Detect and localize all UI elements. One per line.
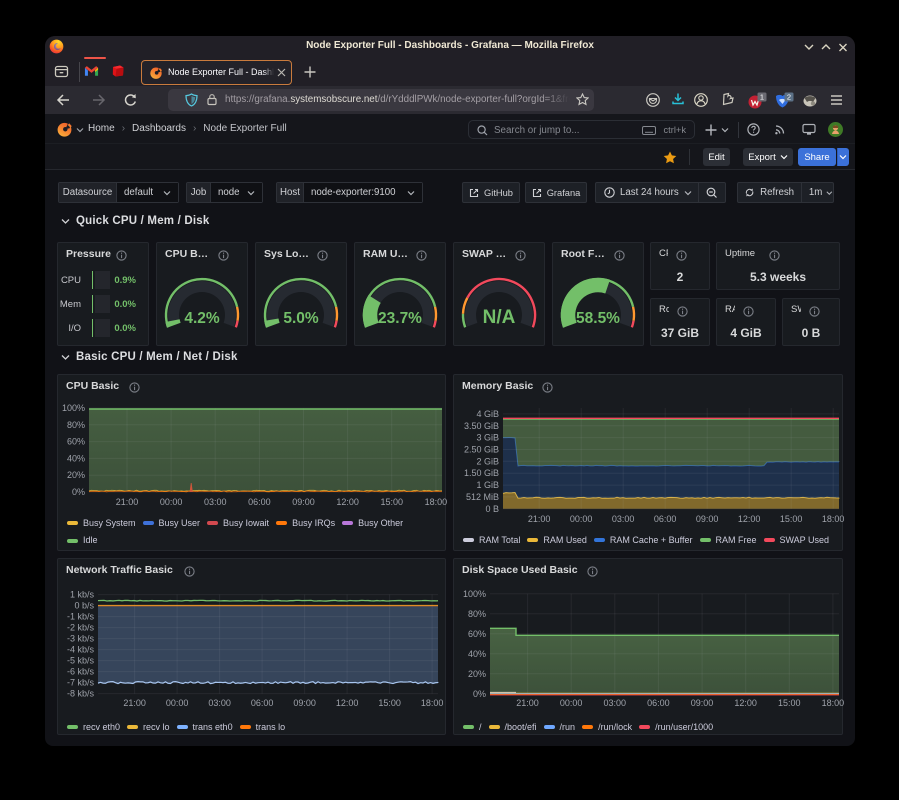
svg-text:12:00: 12:00 <box>734 698 757 708</box>
svg-text:1 kb/s: 1 kb/s <box>70 590 95 600</box>
svg-text:03:00: 03:00 <box>204 497 227 507</box>
svg-text:3 GiB: 3 GiB <box>476 433 499 443</box>
svg-text:2: 2 <box>787 93 791 102</box>
svg-text:12:00: 12:00 <box>336 698 359 708</box>
svg-text:21:00: 21:00 <box>516 698 539 708</box>
svg-text:2.50 GiB: 2.50 GiB <box>464 444 499 454</box>
svg-text:21:00: 21:00 <box>123 698 146 708</box>
svg-text:58.5%: 58.5% <box>576 310 620 327</box>
svg-text:40%: 40% <box>468 649 486 659</box>
svg-text:80%: 80% <box>468 609 486 619</box>
svg-text:0 b/s: 0 b/s <box>74 601 94 611</box>
svg-text:15:00: 15:00 <box>780 514 803 524</box>
svg-text:-4 kb/s: -4 kb/s <box>67 645 95 655</box>
svg-text:09:00: 09:00 <box>696 514 719 524</box>
svg-text:1 GiB: 1 GiB <box>476 480 499 490</box>
svg-text:15:00: 15:00 <box>380 497 403 507</box>
svg-text:09:00: 09:00 <box>691 698 714 708</box>
svg-text:40%: 40% <box>67 453 85 463</box>
svg-text:5.0%: 5.0% <box>283 310 319 327</box>
svg-text:0%: 0% <box>473 689 486 699</box>
svg-text:09:00: 09:00 <box>293 698 316 708</box>
svg-text:20%: 20% <box>468 669 486 679</box>
svg-text:1.50 GiB: 1.50 GiB <box>464 468 499 478</box>
svg-text:80%: 80% <box>67 420 85 430</box>
svg-text:15:00: 15:00 <box>778 698 801 708</box>
svg-text:20%: 20% <box>67 470 85 480</box>
svg-text:21:00: 21:00 <box>116 497 139 507</box>
svg-text:00:00: 00:00 <box>570 514 593 524</box>
svg-text:3.50 GiB: 3.50 GiB <box>464 421 499 431</box>
svg-text:03:00: 03:00 <box>208 698 231 708</box>
svg-text:03:00: 03:00 <box>604 698 627 708</box>
svg-text:00:00: 00:00 <box>160 497 183 507</box>
svg-text:18:00: 18:00 <box>425 497 447 507</box>
svg-text:15:00: 15:00 <box>378 698 401 708</box>
svg-text:18:00: 18:00 <box>421 698 444 708</box>
svg-text:4 GiB: 4 GiB <box>476 409 499 419</box>
svg-text:N/A: N/A <box>483 307 516 328</box>
svg-text:-1 kb/s: -1 kb/s <box>67 612 95 622</box>
svg-text:0%: 0% <box>72 487 85 497</box>
svg-text:2 GiB: 2 GiB <box>476 456 499 466</box>
svg-text:60%: 60% <box>67 437 85 447</box>
svg-text:06:00: 06:00 <box>654 514 677 524</box>
svg-text:512 MiB: 512 MiB <box>466 492 499 502</box>
svg-text:-6 kb/s: -6 kb/s <box>67 667 95 677</box>
svg-text:00:00: 00:00 <box>166 698 189 708</box>
svg-text:-7 kb/s: -7 kb/s <box>67 678 95 688</box>
svg-text:06:00: 06:00 <box>647 698 670 708</box>
svg-text:100%: 100% <box>62 403 85 413</box>
svg-text:23.7%: 23.7% <box>378 310 422 327</box>
svg-text:-2 kb/s: -2 kb/s <box>67 623 95 633</box>
svg-text:18:00: 18:00 <box>822 698 844 708</box>
svg-text:0 B: 0 B <box>485 504 499 514</box>
svg-text:06:00: 06:00 <box>248 497 271 507</box>
svg-text:60%: 60% <box>468 629 486 639</box>
svg-text:4.2%: 4.2% <box>184 310 220 327</box>
svg-text:-3 kb/s: -3 kb/s <box>67 634 95 644</box>
svg-text:-5 kb/s: -5 kb/s <box>67 656 95 666</box>
svg-text:21:00: 21:00 <box>528 514 551 524</box>
svg-text:12:00: 12:00 <box>738 514 761 524</box>
svg-text:00:00: 00:00 <box>560 698 583 708</box>
svg-text:100%: 100% <box>463 589 486 599</box>
svg-text:18:00: 18:00 <box>822 514 844 524</box>
svg-text:03:00: 03:00 <box>612 514 635 524</box>
svg-text:06:00: 06:00 <box>251 698 274 708</box>
svg-text:-8 kb/s: -8 kb/s <box>67 689 95 699</box>
svg-text:09:00: 09:00 <box>292 497 315 507</box>
svg-text:1: 1 <box>760 93 764 102</box>
svg-text:12:00: 12:00 <box>336 497 359 507</box>
